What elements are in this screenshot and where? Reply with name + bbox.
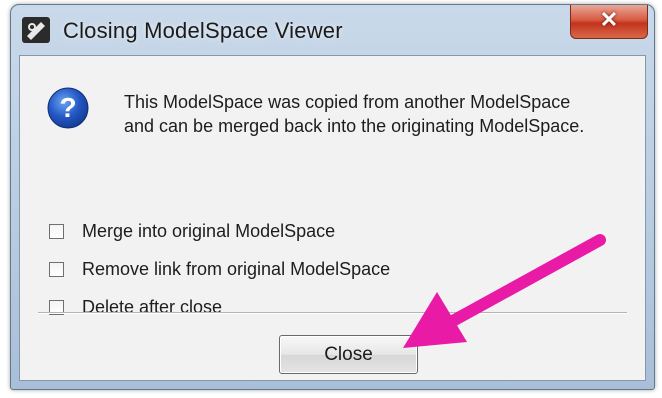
remove-link-option[interactable]: Remove link from original ModelSpace (49, 250, 390, 288)
message-line: and can be merged back into the originat… (124, 116, 585, 136)
app-icon (22, 17, 50, 43)
option-list: Merge into original ModelSpace Remove li… (49, 212, 390, 326)
svg-text:?: ? (59, 92, 76, 123)
merge-label[interactable]: Merge into original ModelSpace (82, 221, 335, 242)
remove-link-checkbox[interactable] (49, 261, 64, 277)
dialog-window: Closing ModelSpace Viewer ✕ ? This Model… (10, 4, 655, 390)
close-button[interactable]: Close (279, 335, 418, 374)
close-icon: ✕ (599, 7, 619, 32)
remove-link-label[interactable]: Remove link from original ModelSpace (82, 259, 390, 280)
title-bar[interactable]: Closing ModelSpace Viewer ✕ (11, 5, 654, 57)
message-line: This ModelSpace was copied from another … (124, 92, 571, 112)
footer-divider (38, 312, 627, 314)
dialog-message: This ModelSpace was copied from another … (124, 90, 584, 138)
window-title: Closing ModelSpace Viewer (63, 18, 343, 43)
question-icon: ? (47, 87, 89, 129)
merge-option[interactable]: Merge into original ModelSpace (49, 212, 390, 250)
dialog-body: ? This ModelSpace was copied from anothe… (19, 55, 646, 381)
delete-label[interactable]: Delete after close (82, 297, 222, 318)
merge-checkbox[interactable] (49, 223, 64, 239)
delete-option[interactable]: Delete after close (49, 288, 390, 326)
window-close-button[interactable]: ✕ (570, 5, 648, 39)
